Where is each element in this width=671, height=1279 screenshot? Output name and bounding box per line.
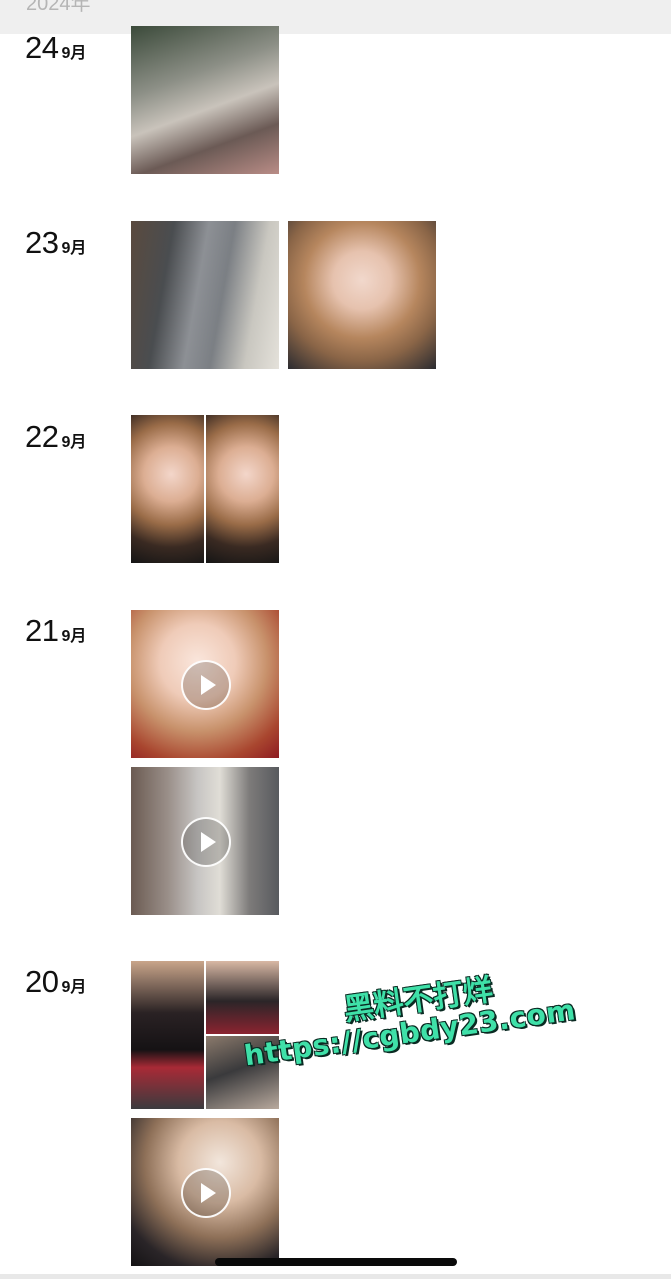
photo-thumbnail[interactable]	[131, 26, 279, 174]
home-indicator[interactable]	[215, 1258, 457, 1266]
play-icon[interactable]	[181, 660, 231, 710]
day-number: 21	[25, 613, 59, 648]
month-label: 9月	[61, 628, 87, 645]
month-label: 9月	[61, 240, 87, 257]
year-label: 2024年	[26, 0, 91, 15]
moments-album-page: 2024年 24 9月 23 9月 22 9月 21 9月 20 9月 黑料不打烊	[0, 0, 671, 1279]
date-label: 21 9月	[25, 613, 86, 649]
month-label: 9月	[61, 979, 87, 996]
month-label: 9月	[61, 45, 87, 62]
date-label: 22 9月	[25, 419, 86, 455]
day-number: 23	[25, 225, 59, 260]
day-number: 20	[25, 964, 59, 999]
photo-grid[interactable]	[131, 415, 279, 563]
date-label: 23 9月	[25, 225, 86, 261]
photo-thumbnail[interactable]	[288, 221, 436, 369]
play-icon[interactable]	[181, 1168, 231, 1218]
play-icon[interactable]	[181, 817, 231, 867]
video-thumbnail[interactable]	[131, 1118, 279, 1266]
day-number: 24	[25, 30, 59, 65]
video-thumbnail[interactable]	[131, 767, 279, 915]
day-number: 22	[25, 419, 59, 454]
year-header: 2024年	[0, 0, 671, 34]
watermark-overlay: 黑料不打烊 https://cgbdy23.com	[238, 965, 577, 1072]
photo-cell[interactable]	[131, 961, 204, 1109]
photo-cell[interactable]	[206, 415, 279, 563]
date-label: 24 9月	[25, 30, 86, 66]
month-label: 9月	[61, 434, 87, 451]
photo-cell[interactable]	[131, 415, 204, 563]
photo-thumbnail[interactable]	[131, 221, 279, 369]
date-label: 20 9月	[25, 964, 86, 1000]
video-thumbnail[interactable]	[131, 610, 279, 758]
bottom-edge	[0, 1274, 671, 1279]
